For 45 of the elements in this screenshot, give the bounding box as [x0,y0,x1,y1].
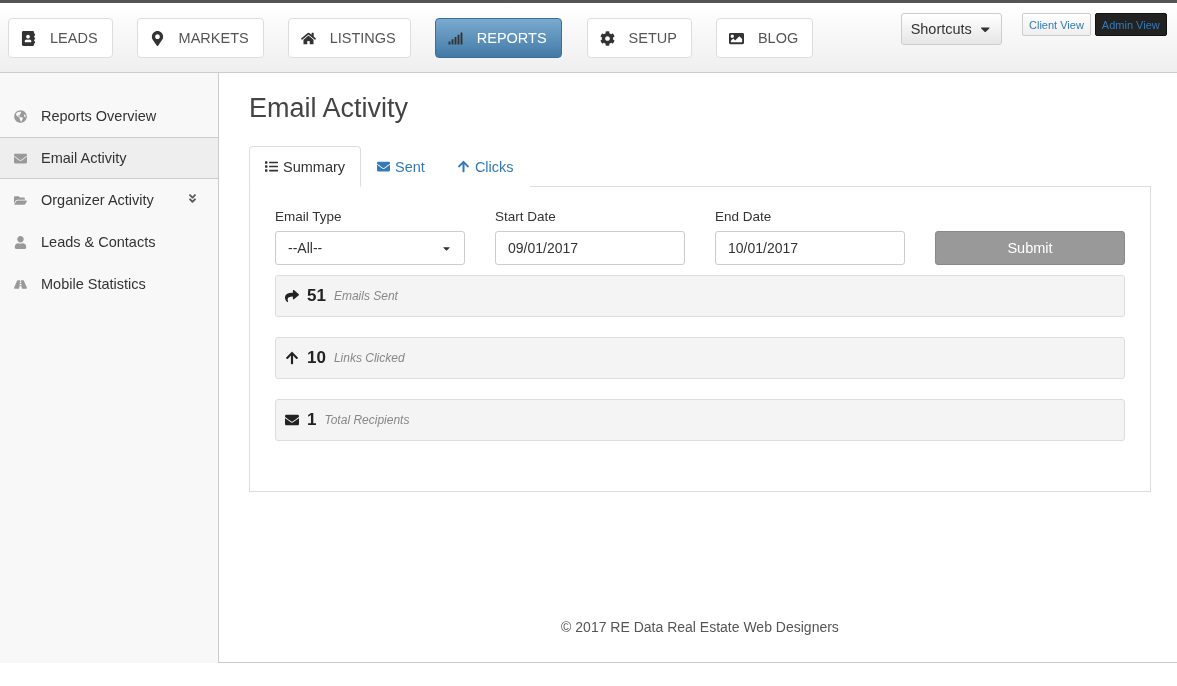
list-icon [265,160,278,173]
home-icon [300,30,316,46]
road-icon [14,277,27,291]
tab[interactable]: Summary [249,146,362,187]
sidebar-item[interactable]: Leads & Contacts [0,221,218,263]
stat-label: Emails Sent [333,289,398,303]
signal-bars-icon [447,30,463,46]
envelope-icon [14,151,27,165]
sidebar-item[interactable]: Reports Overview [0,95,218,137]
share-arrow-icon [285,289,299,303]
page-title: Email Activity [249,93,410,124]
user-icon [14,235,27,249]
folder-icon [14,193,27,207]
stat-label: Links Clicked [333,351,405,365]
stat-number: 1 [307,410,317,430]
shortcuts-dropdown[interactable]: Shortcuts [901,13,1002,45]
nav-button[interactable]: LEADS [8,18,113,58]
stat-number: 51 [307,286,326,306]
arrow-up-icon [456,160,470,173]
sidebar-item[interactable]: Mobile Statistics [0,263,218,305]
settings-icon [599,30,615,46]
nav-button[interactable]: MARKETS [136,18,264,58]
globe-icon [14,109,27,123]
stat-number: 10 [307,348,326,368]
picture-frame-icon [728,30,744,46]
arrow-up-icon [285,351,299,365]
field-label: Email Type [275,209,343,224]
field-label: End Date [715,209,773,224]
nav-button[interactable]: BLOG [715,18,814,58]
stat-label: Total Recipients [324,413,410,427]
sidebar-item[interactable]: Email Activity [0,137,218,179]
nav-button[interactable]: LISTINGS [287,18,411,58]
email-type-select[interactable]: --All-- [275,231,465,265]
start-date-field[interactable]: 09/01/2017 [495,231,685,265]
field-label: Start Date [495,209,557,224]
envelope-icon [377,160,391,173]
address-book-icon [21,30,36,46]
view-button[interactable]: Client View [1022,13,1091,36]
map-pin-icon [149,30,165,46]
nav-button[interactable]: SETUP [586,18,692,58]
sidebar-item[interactable]: Organizer Activity [0,179,218,221]
view-button[interactable]: Admin View [1094,13,1167,36]
end-date-field[interactable]: 10/01/2017 [715,231,905,265]
footer-text: © 2017 RE Data Real Estate Web Designers [560,619,840,635]
envelope-icon [285,413,299,427]
